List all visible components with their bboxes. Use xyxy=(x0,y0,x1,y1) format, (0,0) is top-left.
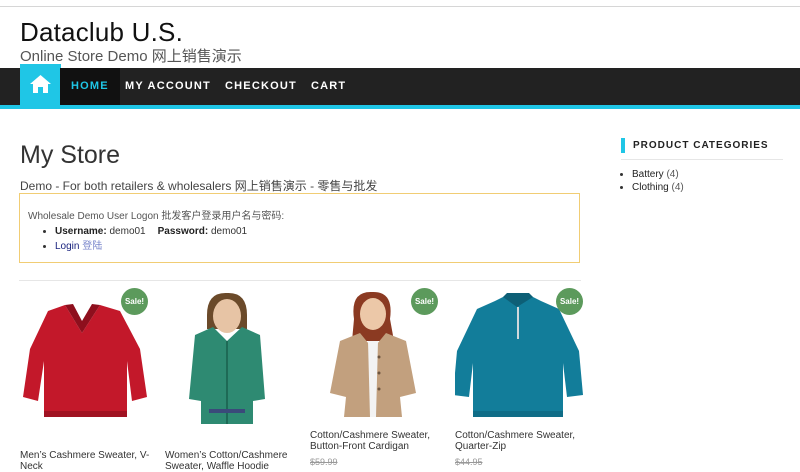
page-subtitle: Demo - For both retailers & wholesalers … xyxy=(20,179,378,193)
sale-badge: Sale! xyxy=(121,288,148,315)
home-icon-button[interactable] xyxy=(20,64,61,105)
navigation-accent-bar xyxy=(0,105,800,109)
product-categories-list: Battery (4) Clothing (4) xyxy=(632,168,684,194)
product-categories-heading: PRODUCT CATEGORIES xyxy=(633,140,769,151)
top-border xyxy=(0,6,800,7)
username-line: Username: demo01Password: demo01 xyxy=(55,225,247,238)
username-label: Username: xyxy=(55,226,107,237)
login-line: Login 登陆 xyxy=(55,240,247,253)
nav-cart[interactable]: CART xyxy=(311,68,346,105)
category-link[interactable]: Battery xyxy=(632,169,664,180)
page-title: My Store xyxy=(20,141,121,169)
product-name[interactable]: Cotton/Cashmere Sweater, Quarter-Zip xyxy=(455,430,590,452)
nav-checkout[interactable]: CHECKOUT xyxy=(225,68,297,105)
sale-badge: Sale! xyxy=(411,288,438,315)
sale-badge: Sale! xyxy=(556,288,583,315)
wholesale-logon-notice: Wholesale Demo User Logon 批发客户登录用户名与密码: … xyxy=(19,193,580,263)
logon-heading: Wholesale Demo User Logon 批发客户登录用户名与密码: xyxy=(28,211,285,222)
product-old-price: $59.99 xyxy=(310,457,338,467)
content-divider xyxy=(19,280,581,281)
login-link[interactable]: Login xyxy=(55,241,79,252)
password-label: Password: xyxy=(157,226,209,237)
sidebar-divider xyxy=(621,159,783,160)
password-value: demo01 xyxy=(210,226,248,237)
category-item-clothing: Clothing (4) xyxy=(632,181,684,194)
category-count: (4) xyxy=(666,169,679,180)
home-icon xyxy=(30,75,51,93)
site-title[interactable]: Dataclub U.S. xyxy=(20,17,183,48)
site-description: Online Store Demo 网上销售演示 xyxy=(20,48,242,65)
nav-home[interactable]: HOME xyxy=(60,68,120,105)
product-name[interactable]: Women’s Cotton/Cashmere Sweater, Waffle … xyxy=(165,450,300,472)
logon-credentials: Username: demo01Password: demo01 Login 登… xyxy=(55,225,247,255)
sidebar-heading-accent xyxy=(621,138,625,153)
category-link[interactable]: Clothing xyxy=(632,182,669,193)
green-waffle-hoodie-image[interactable] xyxy=(165,289,295,424)
login-link-cn[interactable]: 登陆 xyxy=(82,241,102,252)
username-value: demo01 xyxy=(109,226,146,237)
product-old-price: $44.95 xyxy=(455,457,483,467)
nav-my-account[interactable]: MY ACCOUNT xyxy=(125,68,211,105)
main-navigation xyxy=(0,68,800,105)
category-count: (4) xyxy=(671,182,684,193)
category-item-battery: Battery (4) xyxy=(632,168,684,181)
product-name[interactable]: Men’s Cashmere Sweater, V-Neck xyxy=(20,450,155,472)
product-name[interactable]: Cotton/Cashmere Sweater, Button-Front Ca… xyxy=(310,430,445,452)
